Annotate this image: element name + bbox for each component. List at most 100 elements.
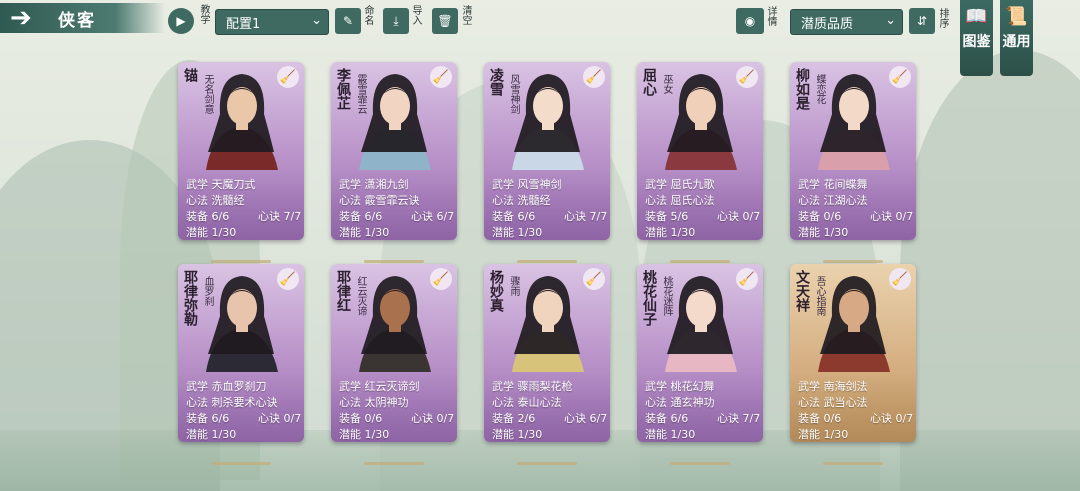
hero-card[interactable]: 李佩芷 霰雪霏云 🧹 武学 潇湘九剑 心法 霰雪霏云诀 装备 6/6 心诀 6/…: [331, 62, 457, 240]
secret-value: 0/7: [742, 210, 761, 223]
hero-stats: 武学 屈氏九歌 心法 屈氏心法 装备 5/6 心诀 0/7 潜能 1/30: [637, 170, 763, 240]
hero-card[interactable]: 柳如是 蝶恋花 🧹 武学 花间蝶舞 心法 江湖心法 装备 0/6 心诀 0/7 …: [790, 62, 916, 240]
hero-name: 柳如是: [794, 68, 810, 110]
back-arrow-icon[interactable]: ➔: [10, 3, 44, 33]
equip-value: 0/6: [823, 210, 842, 223]
equip-value: 6/6: [211, 412, 230, 425]
equip-label: 装备: [798, 412, 820, 425]
trash-icon: 🗑: [437, 14, 453, 28]
hero-card[interactable]: 文天祥 吾心指南 🧹 武学 南海剑法 心法 武当心法 装备 0/6 心诀 0/7…: [790, 264, 916, 442]
secret-value: 7/7: [283, 210, 302, 223]
mind-label: 心法: [339, 194, 361, 207]
hero-title: 无名剑意: [202, 74, 213, 114]
hero-stats: 武学 红云灭谛剑 心法 太阴神功 装备 0/6 心诀 0/7 潜能 1/30: [331, 372, 457, 442]
hero-card[interactable]: 桃花仙子 桃花迷阵 🧹 武学 桃花幻舞 心法 通玄神功 装备 6/6 心诀 7/…: [637, 264, 763, 442]
hero-stats: 武学 风雪神剑 心法 洗髓经 装备 6/6 心诀 7/7 潜能 1/30: [484, 170, 610, 240]
broom-icon[interactable]: 🧹: [430, 268, 452, 290]
clear-button[interactable]: 🗑: [432, 8, 458, 34]
hero-card[interactable]: 屈心 巫女 🧹 武学 屈氏九歌 心法 屈氏心法 装备 5/6 心诀 0/7 潜能…: [637, 62, 763, 240]
martial-label: 武学: [798, 178, 820, 191]
broom-icon[interactable]: 🧹: [430, 66, 452, 88]
broom-icon[interactable]: 🧹: [583, 66, 605, 88]
martial-value: 骤雨梨花枪: [517, 380, 573, 393]
potential-label: 潜能: [645, 226, 667, 239]
hero-card[interactable]: 凌雪 风雪神剑 🧹 武学 风雪神剑 心法 洗髓经 装备 6/6 心诀 7/7 潜…: [484, 62, 610, 240]
martial-value: 天魔刀式: [211, 178, 256, 191]
detail-button[interactable]: ◉: [736, 8, 764, 34]
secret-value: 6/7: [589, 412, 608, 425]
martial-label: 武学: [645, 178, 667, 191]
card-stand: [517, 260, 577, 263]
import-button[interactable]: ⤓: [383, 8, 409, 34]
hero-stats: 武学 赤血罗刹刀 心法 刺杀要术心诀 装备 6/6 心诀 0/7 潜能 1/30: [178, 372, 304, 442]
secret-value: 0/7: [895, 412, 914, 425]
mind-value: 通玄神功: [670, 396, 715, 409]
martial-value: 南海剑法: [823, 380, 868, 393]
card-stand: [364, 260, 424, 263]
mind-value: 屈氏心法: [670, 194, 715, 207]
potential-label: 潜能: [645, 428, 667, 441]
tutorial-play-button[interactable]: ▶: [168, 8, 194, 34]
martial-value: 风雪神剑: [517, 178, 562, 191]
secret-label: 心诀: [411, 412, 433, 425]
potential-label: 潜能: [186, 428, 208, 441]
broom-icon[interactable]: 🧹: [889, 66, 911, 88]
rename-label: 命名: [362, 5, 373, 25]
broom-icon[interactable]: 🧹: [277, 66, 299, 88]
card-stand: [211, 260, 271, 263]
config-select[interactable]: 配置1 ⌄: [215, 9, 329, 35]
quality-select[interactable]: 潜质品质 ⌄: [790, 9, 903, 35]
play-icon: ▶: [176, 14, 186, 28]
hero-card[interactable]: 杨妙真 骤雨 🧹 武学 骤雨梨花枪 心法 泰山心法 装备 2/6 心诀 6/7 …: [484, 264, 610, 442]
general-button[interactable]: 📜 通用: [1000, 0, 1033, 76]
brush-icon: ✎: [342, 14, 354, 28]
equip-label: 装备: [339, 412, 361, 425]
martial-label: 武学: [798, 380, 820, 393]
top-bar: ➔ 侠客 ▶ 教学 配置1 ⌄ ✎ 命名 ⤓ 导入 🗑 清空 ◉ 详情 潜质品质…: [0, 0, 1080, 42]
hero-stats: 武学 天魔刀式 心法 洗髓经 装备 6/6 心诀 7/7 潜能 1/30: [178, 170, 304, 240]
potential-label: 潜能: [798, 428, 820, 441]
martial-value: 花间蝶舞: [823, 178, 868, 191]
hero-title: 血罗刹: [202, 276, 213, 306]
hero-card[interactable]: 耶律弥勒 血罗刹 🧹 武学 赤血罗刹刀 心法 刺杀要术心诀 装备 6/6 心诀 …: [178, 264, 304, 442]
secret-value: 6/7: [436, 210, 455, 223]
card-stand: [670, 260, 730, 263]
broom-icon[interactable]: 🧹: [583, 268, 605, 290]
secret-label: 心诀: [258, 210, 280, 223]
broom-icon[interactable]: 🧹: [889, 268, 911, 290]
mind-value: 泰山心法: [517, 396, 562, 409]
rename-button[interactable]: ✎: [335, 8, 361, 34]
broom-icon[interactable]: 🧹: [736, 66, 758, 88]
secret-label: 心诀: [717, 210, 739, 223]
secret-label: 心诀: [564, 210, 586, 223]
atlas-button[interactable]: 📖 图鉴: [960, 0, 993, 76]
broom-icon[interactable]: 🧹: [277, 268, 299, 290]
atlas-label: 图鉴: [962, 34, 991, 50]
secret-label: 心诀: [870, 412, 892, 425]
mind-value: 江湖心法: [823, 194, 868, 207]
page-title: 侠客: [58, 10, 96, 31]
back-button[interactable]: ➔ 侠客: [0, 3, 165, 33]
potential-label: 潜能: [339, 226, 361, 239]
mind-value: 武当心法: [823, 396, 868, 409]
equip-label: 装备: [339, 210, 361, 223]
hero-card[interactable]: 耶律红 红云灭谛 🧹 武学 红云灭谛剑 心法 太阴神功 装备 0/6 心诀 0/…: [331, 264, 457, 442]
potential-value: 1/30: [670, 226, 696, 239]
mind-value: 太阴神功: [364, 396, 409, 409]
hero-title: 吾心指南: [814, 276, 825, 316]
detail-label: 详情: [765, 6, 776, 26]
equip-label: 装备: [645, 210, 667, 223]
hero-name: 锚: [182, 68, 198, 82]
hero-title: 骤雨: [508, 276, 519, 296]
equip-label: 装备: [492, 412, 514, 425]
equip-label: 装备: [645, 412, 667, 425]
hero-name: 屈心: [641, 68, 657, 96]
sort-button[interactable]: ⇵: [909, 8, 935, 34]
martial-label: 武学: [339, 380, 361, 393]
hero-card[interactable]: 锚 无名剑意 🧹 武学 天魔刀式 心法 洗髓经 装备 6/6 心诀 7/7 潜能…: [178, 62, 304, 240]
chevron-down-icon: ⌄: [885, 13, 896, 28]
card-stand: [364, 462, 424, 465]
broom-icon[interactable]: 🧹: [736, 268, 758, 290]
hero-name: 桃花仙子: [641, 270, 657, 326]
equip-value: 6/6: [211, 210, 230, 223]
